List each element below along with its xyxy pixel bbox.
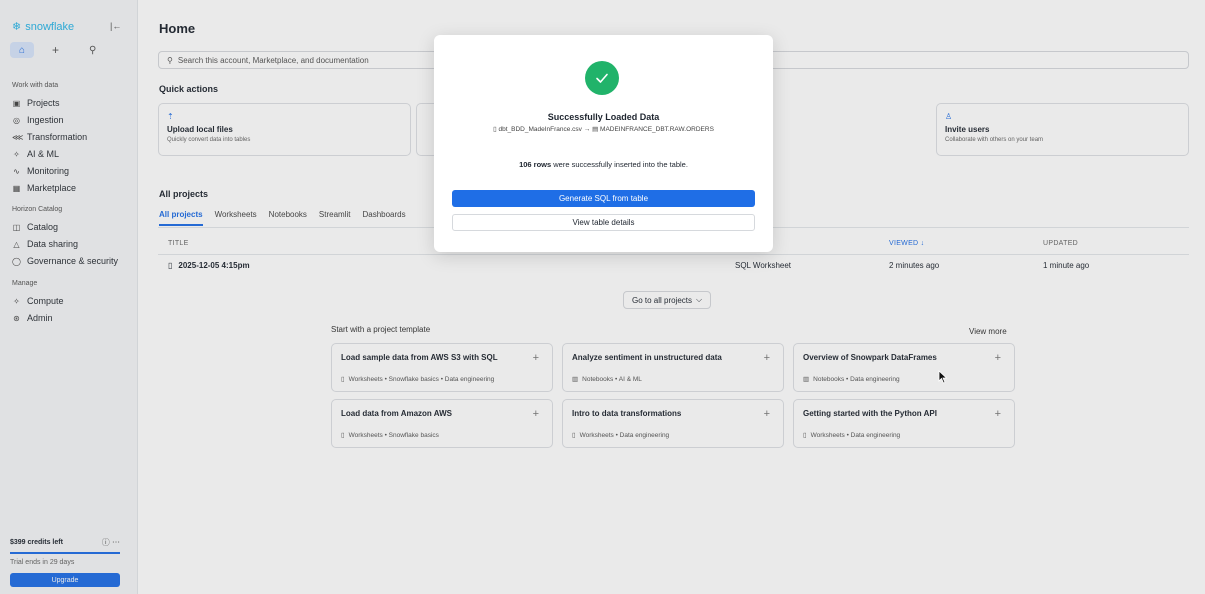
- load-path: ▯ dbt_BDD_MadeInFrance.csv → ▤ MADEINFRA…: [493, 126, 714, 133]
- file-icon: ▯: [493, 126, 497, 133]
- mouse-cursor-icon: [938, 370, 948, 384]
- view-table-details-button[interactable]: View table details: [452, 214, 755, 231]
- modal-title: Successfully Loaded Data: [547, 112, 660, 122]
- table-icon: ▤: [592, 126, 599, 133]
- generate-sql-button[interactable]: Generate SQL from table: [452, 190, 755, 207]
- check-icon: [585, 61, 619, 95]
- rows-inserted-message: 106 rows were successfully inserted into…: [519, 160, 688, 169]
- success-modal: Successfully Loaded Data ▯ dbt_BDD_MadeI…: [434, 35, 773, 252]
